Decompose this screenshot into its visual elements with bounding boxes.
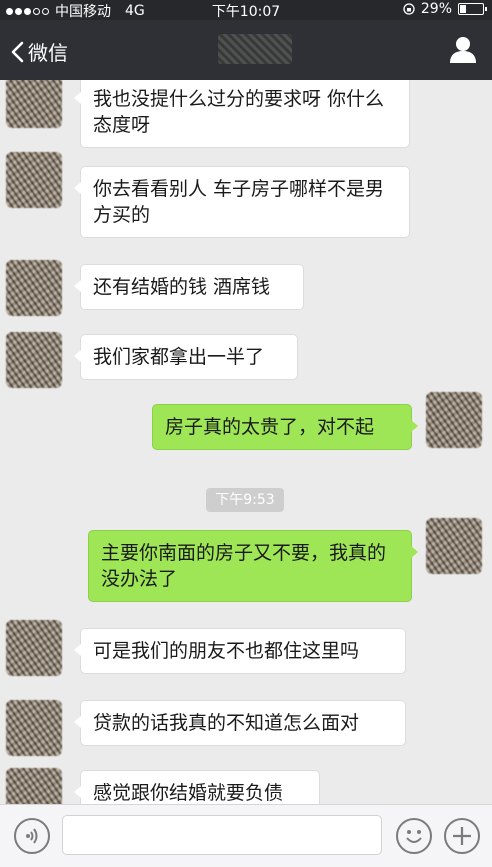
my-avatar[interactable]: [426, 518, 482, 574]
person-icon[interactable]: [448, 36, 478, 64]
message-bubble[interactable]: 我也没提什么过分的要求呀 你什么态度呀: [74, 80, 410, 148]
rotation-lock-icon: [403, 3, 415, 15]
status-bar: 中国移动 4G 下午10:07 29%: [0, 0, 492, 20]
time-divider: 下午9:53: [206, 488, 284, 512]
input-bar: [0, 804, 492, 867]
back-button[interactable]: 微信: [10, 37, 68, 66]
my-avatar[interactable]: [426, 392, 482, 448]
message-bubble[interactable]: 贷款的话我真的不知道怎么面对: [74, 700, 406, 746]
contact-avatar[interactable]: [6, 768, 62, 804]
voice-icon: [26, 828, 38, 844]
message-bubble[interactable]: 可是我们的朋友不也都住这里吗: [74, 628, 406, 674]
message-bubble[interactable]: 我们家都拿出一半了: [74, 334, 298, 380]
message-bubble[interactable]: 主要你南面的房子又不要，我真的没办法了: [88, 530, 418, 602]
chevron-left-icon: [11, 41, 24, 62]
back-label: 微信: [28, 41, 68, 65]
contact-name-redacted: [218, 34, 292, 64]
message-bubble[interactable]: 你去看看别人 车子房子哪样不是男方买的: [74, 166, 410, 238]
emoji-button[interactable]: [396, 818, 432, 854]
contact-avatar[interactable]: [6, 80, 62, 128]
battery-icon: [458, 3, 487, 15]
nav-bar: 微信: [0, 20, 492, 80]
message-bubble[interactable]: 感觉跟你结婚就要负债: [74, 770, 320, 804]
emoji-icon: [406, 830, 422, 843]
message-input[interactable]: [62, 815, 382, 855]
contact-avatar[interactable]: [6, 260, 62, 316]
more-button[interactable]: [444, 818, 480, 854]
chat-area[interactable]: 我也没提什么过分的要求呀 你什么态度呀 你去看看别人 车子房子哪样不是男方买的 …: [0, 80, 492, 804]
contact-avatar[interactable]: [6, 700, 62, 756]
contact-avatar[interactable]: [6, 332, 62, 388]
message-bubble[interactable]: 还有结婚的钱 酒席钱: [74, 264, 304, 310]
message-bubble[interactable]: 房子真的太贵了，对不起: [152, 404, 418, 450]
voice-button[interactable]: [14, 818, 50, 854]
battery-percent: 29%: [420, 1, 452, 17]
plus-icon: [453, 827, 471, 845]
contact-avatar[interactable]: [6, 152, 62, 208]
contact-avatar[interactable]: [6, 620, 62, 676]
